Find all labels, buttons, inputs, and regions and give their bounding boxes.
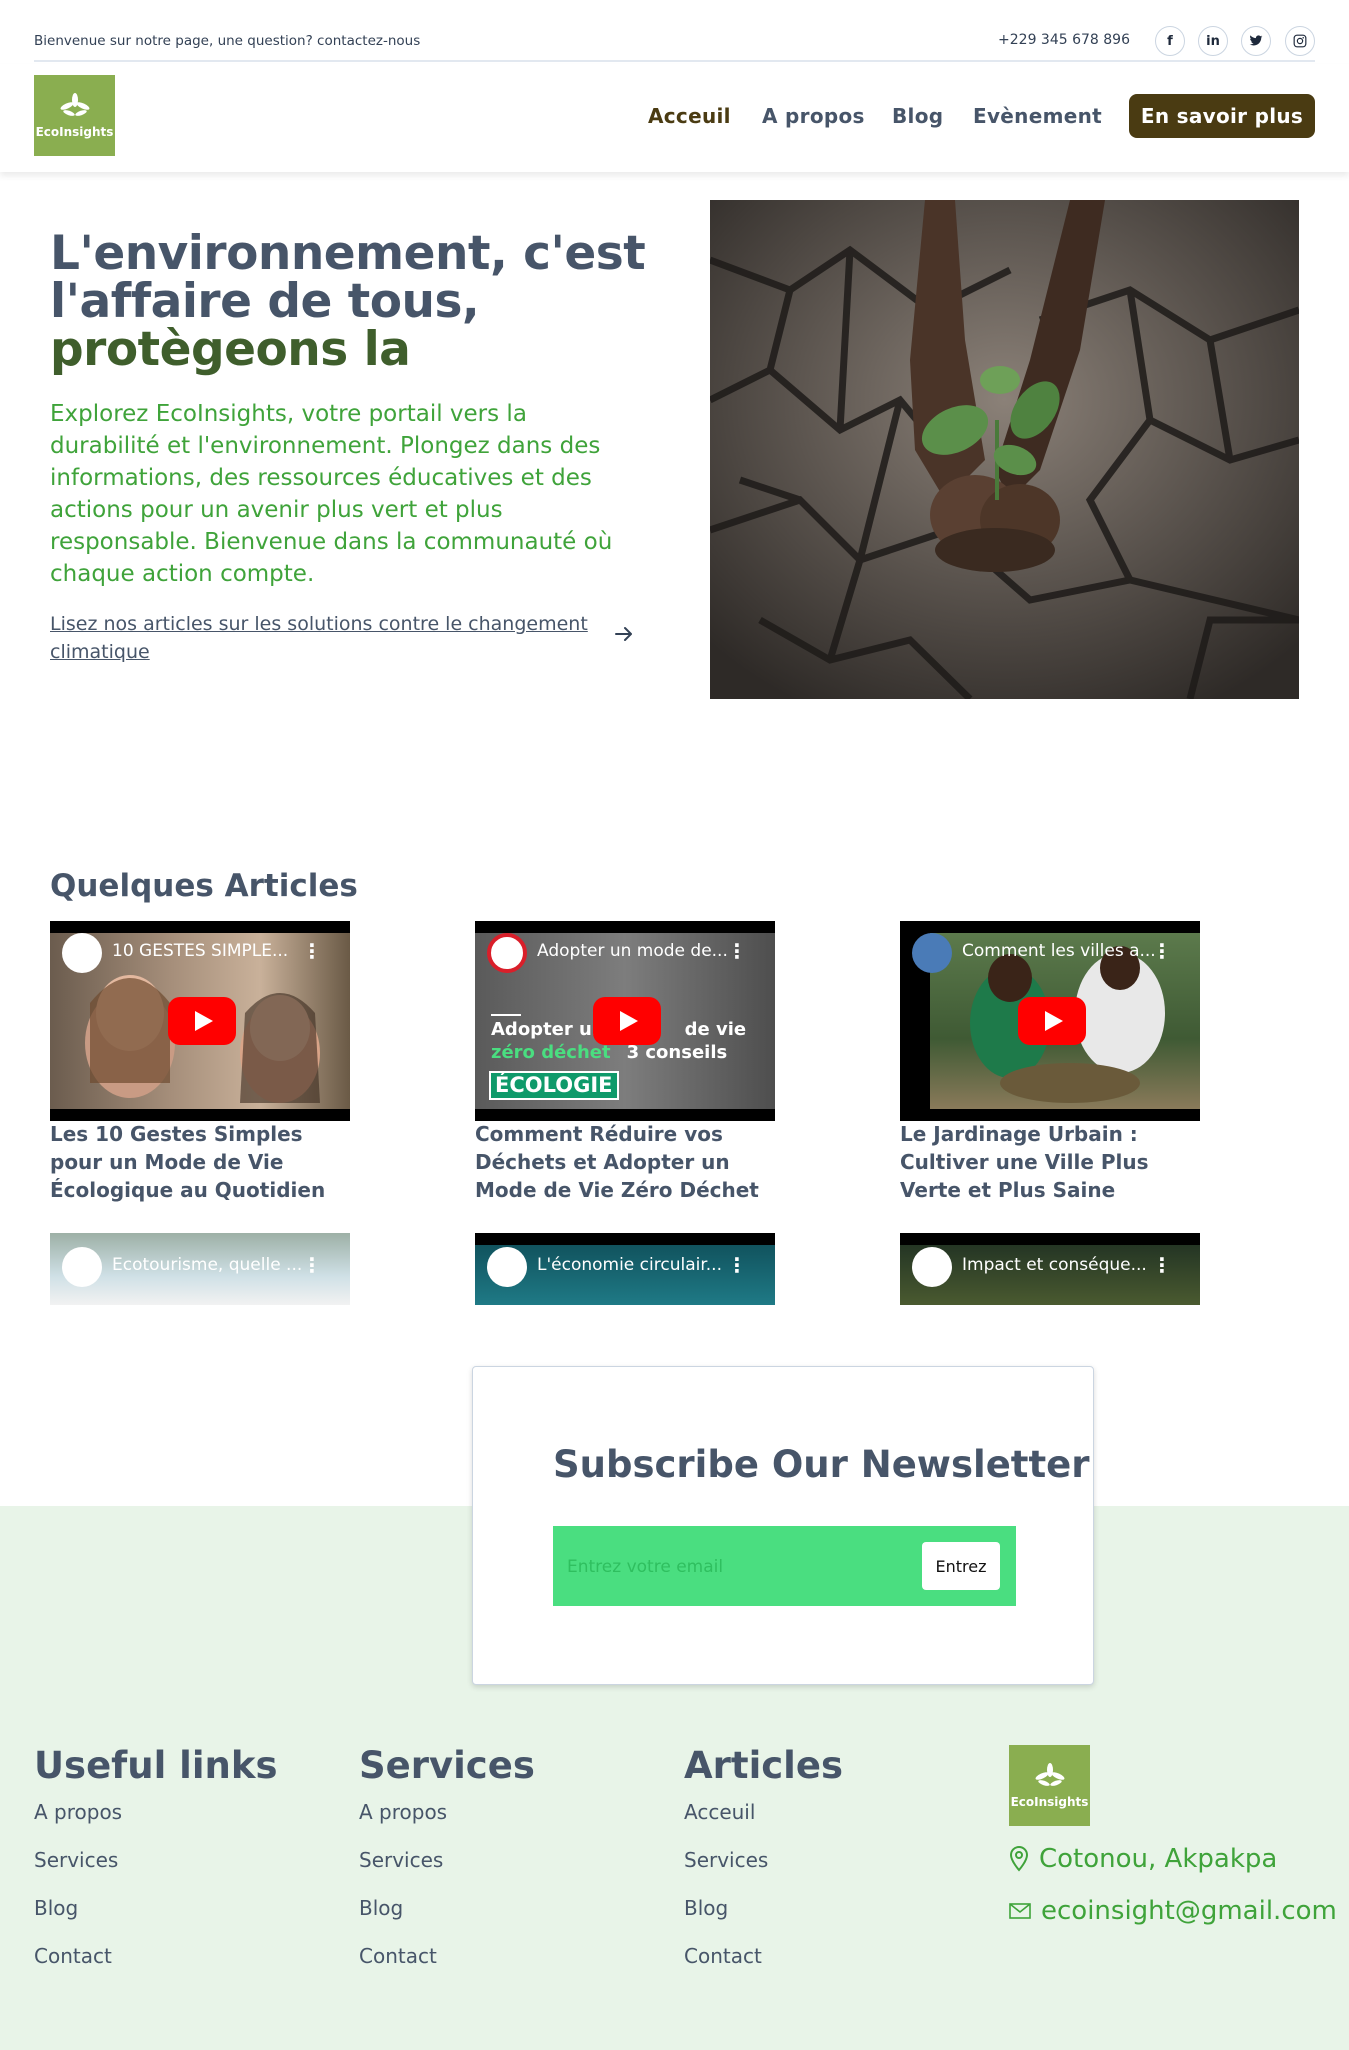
newsletter-title: Subscribe Our Newsletter	[553, 1443, 1090, 1486]
overlay-line2: de vie	[684, 1019, 747, 1040]
channel-avatar[interactable]	[62, 1247, 102, 1287]
hero-description: Explorez EcoInsights, votre portail vers…	[50, 401, 613, 587]
video-embed[interactable]: Comment les villes a... ⋮	[900, 921, 1200, 1121]
article-caption[interactable]: Comment Réduire vos Déchets et Adopter u…	[475, 1120, 775, 1204]
footer-link[interactable]: Services	[34, 1848, 118, 1872]
linkedin-icon[interactable]: in	[1198, 26, 1228, 56]
video-embed[interactable]: Adopter un de vie zéro déchet 3 conseils É…	[475, 921, 775, 1121]
nav-acceuil[interactable]: Acceuil	[648, 104, 731, 128]
hero-title-accent: protègeons la	[50, 322, 411, 377]
overlay-line1: Adopter un	[491, 1019, 605, 1040]
phone-number[interactable]: +229 345 678 896	[998, 32, 1130, 48]
video-embed[interactable]: L'économie circulair... ⋮	[475, 1233, 775, 1305]
site-logo[interactable]: EcoInsights	[34, 75, 115, 156]
nav-evenement[interactable]: Evènement	[973, 104, 1102, 128]
logo-text: EcoInsights	[35, 124, 114, 139]
video-title[interactable]: Ecotourisme, quelle ...	[112, 1255, 312, 1275]
footer-link[interactable]: Blog	[684, 1896, 728, 1920]
video-embed[interactable]: Ecotourisme, quelle ... ⋮	[50, 1233, 350, 1305]
channel-avatar[interactable]	[912, 1247, 952, 1287]
learn-more-button[interactable]: En savoir plus	[1129, 94, 1315, 138]
article-caption[interactable]: Le Jardinage Urbain : Cultiver une Ville…	[900, 1120, 1200, 1204]
email-text[interactable]: ecoinsight@gmail.com	[1041, 1896, 1337, 1926]
footer-link[interactable]: Blog	[359, 1896, 403, 1920]
twitter-icon[interactable]	[1241, 26, 1271, 56]
play-icon[interactable]	[593, 997, 661, 1045]
hero-image	[710, 200, 1299, 699]
channel-avatar[interactable]	[487, 933, 527, 973]
nav-a-propos[interactable]: A propos	[762, 104, 865, 128]
footer-link[interactable]: Acceuil	[684, 1800, 755, 1824]
article-caption[interactable]: Les 10 Gestes Simples pour un Mode de Vi…	[50, 1120, 350, 1204]
footer-location: Cotonou, Akpakpa	[1009, 1844, 1277, 1874]
footer-col-title: Articles	[684, 1744, 843, 1787]
location-pin-icon	[1009, 1846, 1029, 1872]
subscribe-button[interactable]: Entrez	[922, 1542, 1000, 1590]
divider	[491, 1014, 521, 1016]
video-title[interactable]: Impact et conséque...	[962, 1255, 1162, 1275]
play-icon[interactable]	[168, 997, 236, 1045]
instagram-icon[interactable]	[1285, 26, 1315, 56]
newsletter-card: Subscribe Our Newsletter Entrez	[472, 1366, 1094, 1685]
video-title[interactable]: 10 GESTES SIMPLE...	[112, 941, 312, 961]
video-title[interactable]: Adopter un mode de...	[537, 941, 737, 961]
footer-link[interactable]: Services	[684, 1848, 768, 1872]
channel-avatar[interactable]	[62, 933, 102, 973]
hero-title: L'environnement, c'est l'affaire de tous…	[50, 230, 650, 374]
more-options-icon[interactable]: ⋮	[1152, 1253, 1172, 1277]
more-options-icon[interactable]: ⋮	[302, 1253, 322, 1277]
facebook-icon[interactable]: f	[1155, 26, 1185, 56]
footer-logo[interactable]: EcoInsights	[1009, 1745, 1090, 1826]
leaf-icon	[60, 92, 89, 116]
ecologie-badge: ÉCOLOGIE	[489, 1071, 619, 1100]
footer-email[interactable]: ecoinsight@gmail.com	[1009, 1896, 1337, 1926]
video-embed[interactable]: 10 GESTES SIMPLE... ⋮	[50, 921, 350, 1121]
mail-icon	[1009, 1903, 1031, 1919]
channel-avatar[interactable]	[912, 933, 952, 973]
play-icon[interactable]	[1018, 997, 1086, 1045]
logo-text: EcoInsights	[1010, 1794, 1089, 1809]
arrow-right-icon[interactable]	[614, 624, 634, 649]
top-bar: Bienvenue sur notre page, une question? …	[34, 26, 1315, 62]
more-options-icon[interactable]: ⋮	[727, 939, 747, 963]
hero-title-line1: L'environnement, c'est	[50, 226, 646, 281]
video-embed[interactable]: Impact et conséque... ⋮	[900, 1233, 1200, 1305]
footer-link[interactable]: Contact	[359, 1944, 437, 1968]
footer-link[interactable]: Blog	[34, 1896, 78, 1920]
video-title[interactable]: L'économie circulair...	[537, 1255, 737, 1275]
more-options-icon[interactable]: ⋮	[302, 939, 322, 963]
footer-link[interactable]: Contact	[684, 1944, 762, 1968]
newsletter-form: Entrez	[553, 1526, 1016, 1606]
leaf-icon	[1035, 1762, 1064, 1786]
footer-col-title: Useful links	[34, 1744, 278, 1787]
articles-link[interactable]: Lisez nos articles sur les solutions con…	[50, 610, 620, 666]
footer-link[interactable]: A propos	[359, 1800, 447, 1824]
channel-avatar[interactable]	[487, 1247, 527, 1287]
site-header: EcoInsights Acceuil A propos Blog Evènem…	[0, 64, 1349, 172]
nav-blog[interactable]: Blog	[892, 104, 943, 128]
footer-link[interactable]: Services	[359, 1848, 443, 1872]
welcome-message: Bienvenue sur notre page, une question? …	[34, 33, 421, 49]
footer-col-title: Services	[359, 1744, 535, 1787]
articles-title: Quelques Articles	[50, 868, 358, 904]
hero-title-line2: l'affaire de tous,	[50, 274, 480, 329]
overlay-line3: zéro déchet	[491, 1042, 611, 1063]
email-input[interactable]	[567, 1552, 887, 1582]
video-title[interactable]: Comment les villes a...	[962, 941, 1162, 961]
footer-link[interactable]: A propos	[34, 1800, 122, 1824]
overlay-line4: 3 conseils	[626, 1042, 728, 1063]
more-options-icon[interactable]: ⋮	[1152, 939, 1172, 963]
more-options-icon[interactable]: ⋮	[727, 1253, 747, 1277]
footer-link[interactable]: Contact	[34, 1944, 112, 1968]
location-text: Cotonou, Akpakpa	[1039, 1844, 1278, 1874]
